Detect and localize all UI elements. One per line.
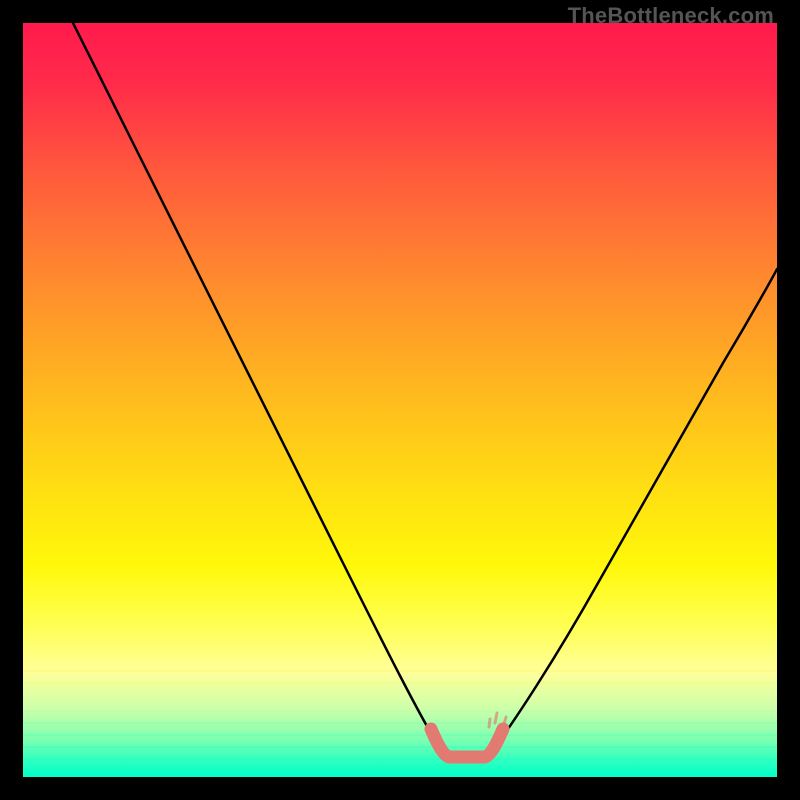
bottleneck-curve	[63, 23, 777, 753]
optimal-zone-marker	[431, 729, 503, 757]
chart-container: TheBottleneck.com	[0, 0, 800, 800]
bottom-streaks	[23, 671, 777, 759]
optimal-zone-noise	[489, 713, 506, 727]
curve-layer	[23, 23, 777, 777]
plot-area	[23, 23, 777, 777]
